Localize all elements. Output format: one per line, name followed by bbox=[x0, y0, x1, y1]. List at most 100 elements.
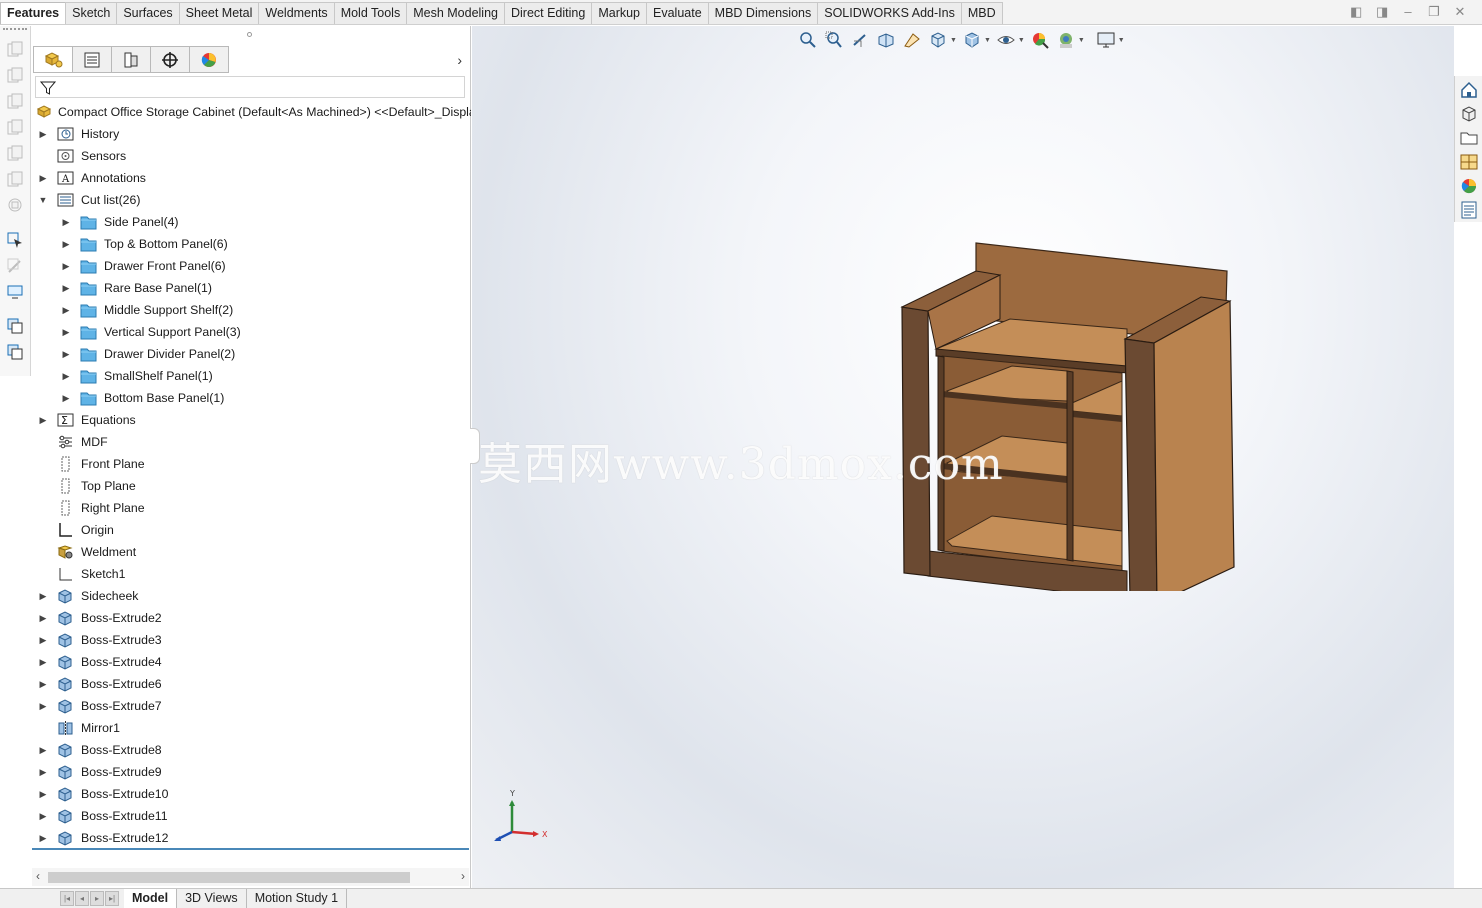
tree-item-cut-list-26[interactable]: ▼ Cut list(26) bbox=[32, 189, 469, 211]
expand-arrow-icon[interactable]: ▶ bbox=[61, 343, 71, 365]
tree-item-boss-extrude9[interactable]: ▶ Boss-Extrude9 bbox=[32, 761, 469, 783]
expand-arrow-icon[interactable]: ▶ bbox=[38, 695, 48, 717]
cabinet-model[interactable] bbox=[892, 231, 1242, 591]
file-explorer-icon[interactable] bbox=[1459, 128, 1479, 148]
view-orientation-dropdown-icon[interactable]: ▼ bbox=[950, 37, 957, 44]
tree-item-smallshelf-panel-1[interactable]: ▶ SmallShelf Panel(1) bbox=[55, 365, 469, 387]
expand-arrow-icon[interactable]: ▶ bbox=[38, 167, 48, 189]
expand-arrow-icon[interactable]: ▶ bbox=[61, 299, 71, 321]
expand-arrow-icon[interactable]: ▶ bbox=[61, 255, 71, 277]
copy-icon[interactable] bbox=[6, 118, 24, 136]
bottom-tab-model[interactable]: Model bbox=[124, 889, 178, 908]
expand-arrow-icon[interactable]: ▶ bbox=[61, 321, 71, 343]
hide-show-dropdown-icon[interactable]: ▼ bbox=[1018, 37, 1025, 44]
collapse-arrow-icon[interactable]: ▼ bbox=[38, 189, 48, 211]
view-palette-icon[interactable] bbox=[1459, 152, 1479, 172]
tree-item-sidecheek[interactable]: ▶ Sidecheek bbox=[32, 585, 469, 607]
expand-arrow-icon[interactable]: ▶ bbox=[38, 585, 48, 607]
last-tab-icon[interactable]: ▸| bbox=[105, 891, 119, 906]
tree-item-sensors[interactable]: Sensors bbox=[32, 145, 469, 167]
expand-arrow-icon[interactable]: ▶ bbox=[61, 233, 71, 255]
tab-mbd-dimensions[interactable]: MBD Dimensions bbox=[707, 2, 819, 24]
tree-item-boss-extrude7[interactable]: ▶ Boss-Extrude7 bbox=[32, 695, 469, 717]
panel-scroll-right-icon[interactable]: › bbox=[457, 52, 462, 68]
tree-item-equations[interactable]: ▶ Σ Equations bbox=[32, 409, 469, 431]
tree-item-top-plane[interactable]: Top Plane bbox=[32, 475, 469, 497]
layers-icon[interactable] bbox=[6, 317, 24, 335]
panel-collapse-handle[interactable] bbox=[470, 428, 480, 464]
dynamic-annotation-icon[interactable] bbox=[901, 30, 923, 50]
expand-arrow-icon[interactable]: ▶ bbox=[38, 761, 48, 783]
tab-mold-tools[interactable]: Mold Tools bbox=[333, 2, 408, 24]
home-icon[interactable] bbox=[1459, 80, 1479, 100]
tab-sheet-metal[interactable]: Sheet Metal bbox=[178, 2, 260, 24]
copy-icon[interactable] bbox=[6, 170, 24, 188]
section-view-icon[interactable] bbox=[875, 30, 897, 50]
tab-features[interactable]: Features bbox=[0, 2, 67, 24]
expand-arrow-icon[interactable]: ▶ bbox=[38, 827, 48, 849]
tree-item-front-plane[interactable]: Front Plane bbox=[32, 453, 469, 475]
copy-icon[interactable] bbox=[6, 92, 24, 110]
expand-arrow-icon[interactable]: ▶ bbox=[61, 387, 71, 409]
panel-grip[interactable] bbox=[247, 32, 252, 37]
expand-arrow-icon[interactable]: ▶ bbox=[38, 739, 48, 761]
tree-item-annotations[interactable]: ▶ A Annotations bbox=[32, 167, 469, 189]
tab-mesh-modeling[interactable]: Mesh Modeling bbox=[406, 2, 505, 24]
close-icon[interactable]: ✕ bbox=[1454, 5, 1466, 18]
bottom-tab-3d-views[interactable]: 3D Views bbox=[177, 889, 247, 908]
expand-arrow-icon[interactable]: ▶ bbox=[38, 607, 48, 629]
tree-item-middle-support-shelf-2[interactable]: ▶ Middle Support Shelf(2) bbox=[55, 299, 469, 321]
tree-item-drawer-front-panel-6[interactable]: ▶ Drawer Front Panel(6) bbox=[55, 255, 469, 277]
select-icon[interactable] bbox=[6, 231, 24, 249]
tab-direct-editing[interactable]: Direct Editing bbox=[503, 2, 593, 24]
tab-weldments[interactable]: Weldments bbox=[258, 2, 335, 24]
display-style-icon[interactable] bbox=[961, 30, 983, 50]
minimize-icon[interactable]: – bbox=[1402, 5, 1414, 18]
tree-item-boss-extrude8[interactable]: ▶ Boss-Extrude8 bbox=[32, 739, 469, 761]
tree-item-vertical-support-panel-3[interactable]: ▶ Vertical Support Panel(3) bbox=[55, 321, 469, 343]
tree-item-history[interactable]: ▶ History bbox=[32, 123, 469, 145]
expand-arrow-icon[interactable]: ▶ bbox=[38, 805, 48, 827]
tree-item-weldment[interactable]: Weldment bbox=[32, 541, 469, 563]
copy-icon[interactable] bbox=[6, 40, 24, 58]
tree-item-boss-extrude4[interactable]: ▶ Boss-Extrude4 bbox=[32, 651, 469, 673]
copy-icon[interactable] bbox=[6, 66, 24, 84]
expand-arrow-icon[interactable]: ▶ bbox=[38, 783, 48, 805]
tab-configurationmanager[interactable] bbox=[111, 46, 151, 73]
tree-item-top-bottom-panel-6[interactable]: ▶ Top & Bottom Panel(6) bbox=[55, 233, 469, 255]
toolbar-grip[interactable] bbox=[3, 28, 27, 30]
edit-sketch-icon[interactable] bbox=[6, 257, 24, 275]
tree-item-boss-extrude11[interactable]: ▶ Boss-Extrude11 bbox=[32, 805, 469, 827]
view-settings-dropdown-icon[interactable]: ▼ bbox=[1118, 37, 1125, 44]
copy-icon[interactable] bbox=[6, 144, 24, 162]
tree-item-boss-extrude6[interactable]: ▶ Boss-Extrude6 bbox=[32, 673, 469, 695]
graphics-area[interactable]: ▼ ▼ ▼ ▼ ▼ 莫西网www.3dmox.com Y X bbox=[472, 26, 1454, 888]
prev-tab-icon[interactable]: ◂ bbox=[75, 891, 89, 906]
tree-item-side-panel-4[interactable]: ▶ Side Panel(4) bbox=[55, 211, 469, 233]
layers-icon[interactable] bbox=[6, 343, 24, 361]
custom-properties-icon[interactable] bbox=[1459, 200, 1479, 220]
appearances-icon[interactable] bbox=[1459, 176, 1479, 196]
filter-icon[interactable] bbox=[40, 80, 56, 96]
expand-arrow-icon[interactable]: ▶ bbox=[38, 651, 48, 673]
hide-show-icon[interactable] bbox=[995, 30, 1017, 50]
tree-horizontal-scrollbar[interactable]: ‹ › bbox=[32, 868, 469, 886]
expand-arrow-icon[interactable]: ▶ bbox=[38, 629, 48, 651]
tree-item-boss-extrude12[interactable]: ▶ Boss-Extrude12 bbox=[32, 827, 469, 849]
tree-item-bottom-base-panel-1[interactable]: ▶ Bottom Base Panel(1) bbox=[55, 387, 469, 409]
first-tab-icon[interactable]: |◂ bbox=[60, 891, 74, 906]
expand-arrow-icon[interactable]: ▶ bbox=[61, 211, 71, 233]
view-orientation-icon[interactable] bbox=[927, 30, 949, 50]
tab-surfaces[interactable]: Surfaces bbox=[116, 2, 180, 24]
tree-item-boss-extrude3[interactable]: ▶ Boss-Extrude3 bbox=[32, 629, 469, 651]
tree-item-mirror1[interactable]: Mirror1 bbox=[32, 717, 469, 739]
tab-evaluate[interactable]: Evaluate bbox=[646, 2, 709, 24]
zoom-to-fit-icon[interactable] bbox=[797, 30, 819, 50]
expand-arrow-icon[interactable]: ▶ bbox=[61, 365, 71, 387]
tab-dimxpertmanager[interactable] bbox=[150, 46, 190, 73]
apply-scene-icon[interactable] bbox=[1055, 30, 1077, 50]
next-tab-icon[interactable]: ▸ bbox=[90, 891, 104, 906]
expand-arrow-icon[interactable]: ▶ bbox=[61, 277, 71, 299]
tree-item-boss-extrude10[interactable]: ▶ Boss-Extrude10 bbox=[32, 783, 469, 805]
tile-right-icon[interactable]: ◨ bbox=[1376, 5, 1388, 18]
